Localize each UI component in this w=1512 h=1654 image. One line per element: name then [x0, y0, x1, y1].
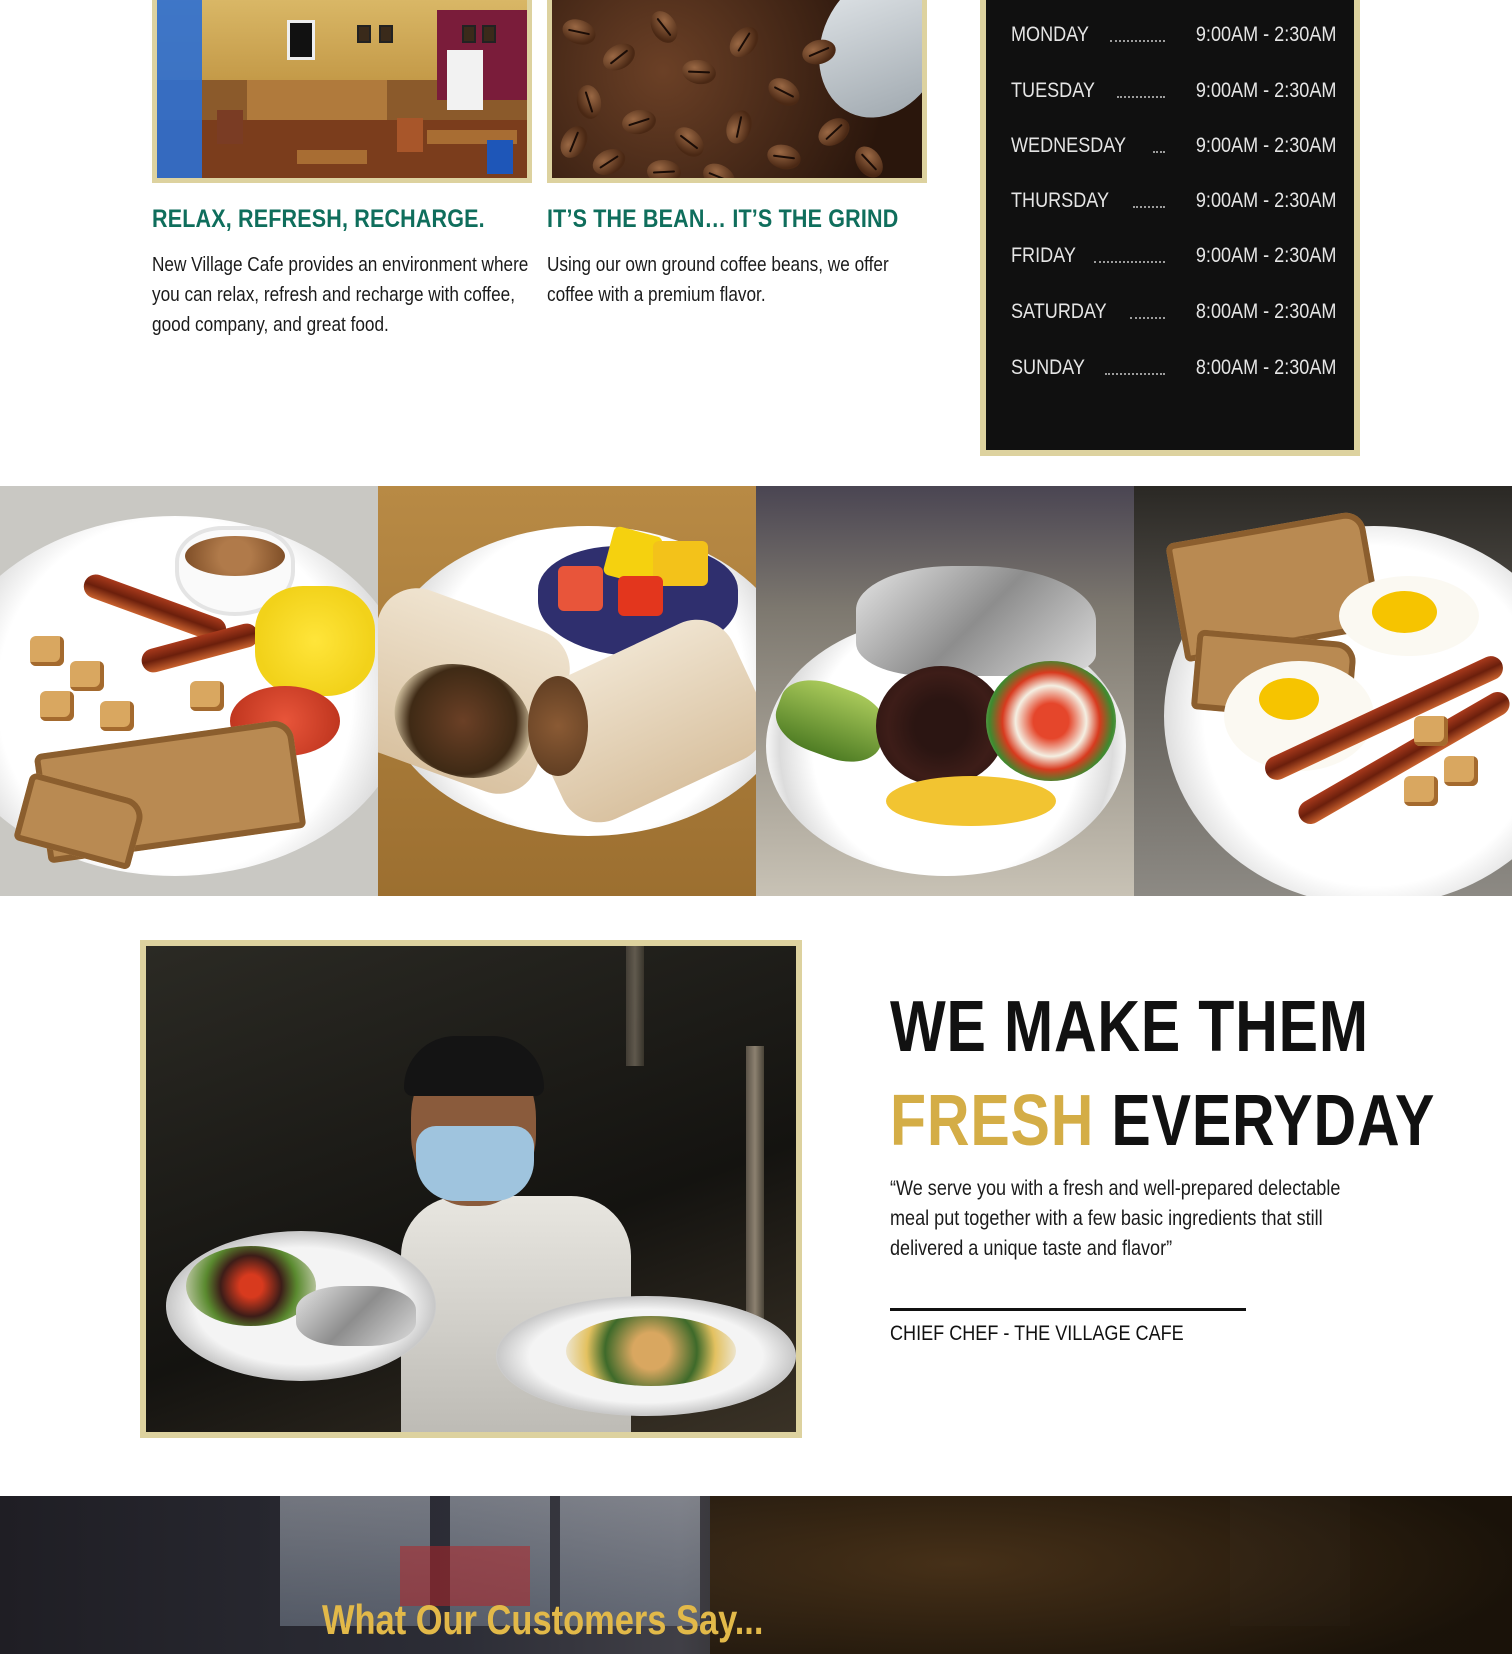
dot-leader: [1116, 88, 1165, 98]
testimonials-section: What Our Customers Say...: [0, 1496, 1512, 1654]
feature-title: IT’S THE BEAN… IT’S THE GRIND: [547, 205, 899, 233]
dot-leader: [1132, 198, 1165, 208]
opening-hours-board: MONDAY 9:00AM - 2:30AM TUESDAY 9:00AM - …: [980, 0, 1360, 456]
feature-relax: RELAX, REFRESH, RECHARGE. New Village Ca…: [152, 0, 532, 340]
headline-line1: WE MAKE THEM: [890, 987, 1369, 1067]
hours-row-sunday: SUNDAY 8:00AM - 2:30AM: [1011, 351, 1336, 385]
feature-text: New Village Cafe provides an environment…: [152, 254, 529, 336]
headline-line2: FRESH EVERYDAY: [890, 1074, 1434, 1168]
quote-divider: [890, 1308, 1246, 1311]
hours-day: FRIDAY: [1011, 244, 1076, 267]
cafe-interior-image: [152, 0, 532, 183]
chef-quote: “We serve you with a fresh and well-prep…: [890, 1177, 1341, 1260]
huevos-bowl-image: [756, 486, 1134, 896]
headline-gold-word: FRESH: [890, 1081, 1095, 1161]
hours-day: THURSDAY: [1011, 189, 1109, 212]
fresh-headline: WE MAKE THEM FRESH EVERYDAY: [890, 980, 1450, 1168]
hours-day: SATURDAY: [1011, 300, 1107, 323]
food-gallery: [0, 486, 1512, 896]
dot-leader: [1094, 253, 1165, 263]
testimonials-heading: What Our Customers Say...: [322, 1596, 764, 1643]
hours-row-friday: FRIDAY 9:00AM - 2:30AM: [1011, 239, 1336, 273]
chef-holding-plates-image: [140, 940, 802, 1438]
hours-row-saturday: SATURDAY 8:00AM - 2:30AM: [1011, 295, 1336, 329]
hours-time: 9:00AM - 2:30AM: [1195, 79, 1336, 102]
feature-title: RELAX, REFRESH, RECHARGE.: [152, 205, 485, 233]
hours-day: WEDNESDAY: [1011, 134, 1127, 157]
dot-leader: [1152, 143, 1165, 153]
dot-leader: [1104, 365, 1165, 375]
hours-row-wednesday: WEDNESDAY 9:00AM - 2:30AM: [1011, 129, 1336, 163]
hours-time: 8:00AM - 2:30AM: [1195, 356, 1336, 379]
hours-row-monday: MONDAY 9:00AM - 2:30AM: [1011, 18, 1336, 52]
hours-day: TUESDAY: [1011, 79, 1095, 102]
feature-bean: IT’S THE BEAN… IT’S THE GRIND Using our …: [547, 0, 927, 310]
hours-time: 9:00AM - 2:30AM: [1195, 23, 1336, 46]
quote-signature: CHIEF CHEF - THE VILLAGE CAFE: [890, 1322, 1184, 1345]
eggs-bacon-toast-image: [1134, 486, 1512, 896]
coffee-beans-image: [547, 0, 927, 183]
dot-leader: [1109, 32, 1165, 42]
hours-time: 9:00AM - 2:30AM: [1195, 244, 1336, 267]
hours-day: SUNDAY: [1011, 356, 1085, 379]
breakfast-plate-image: [0, 486, 378, 896]
feature-text: Using our own ground coffee beans, we of…: [547, 254, 889, 306]
hours-day: MONDAY: [1011, 23, 1089, 46]
breakfast-burrito-image: [378, 486, 756, 896]
hours-time: 8:00AM - 2:30AM: [1195, 300, 1336, 323]
hours-row-thursday: THURSDAY 9:00AM - 2:30AM: [1011, 184, 1336, 218]
hours-time: 9:00AM - 2:30AM: [1195, 189, 1336, 212]
headline-rest: EVERYDAY: [1094, 1081, 1436, 1161]
hours-row-tuesday: TUESDAY 9:00AM - 2:30AM: [1011, 74, 1336, 108]
dot-leader: [1130, 309, 1165, 319]
hours-time: 9:00AM - 2:30AM: [1195, 134, 1336, 157]
